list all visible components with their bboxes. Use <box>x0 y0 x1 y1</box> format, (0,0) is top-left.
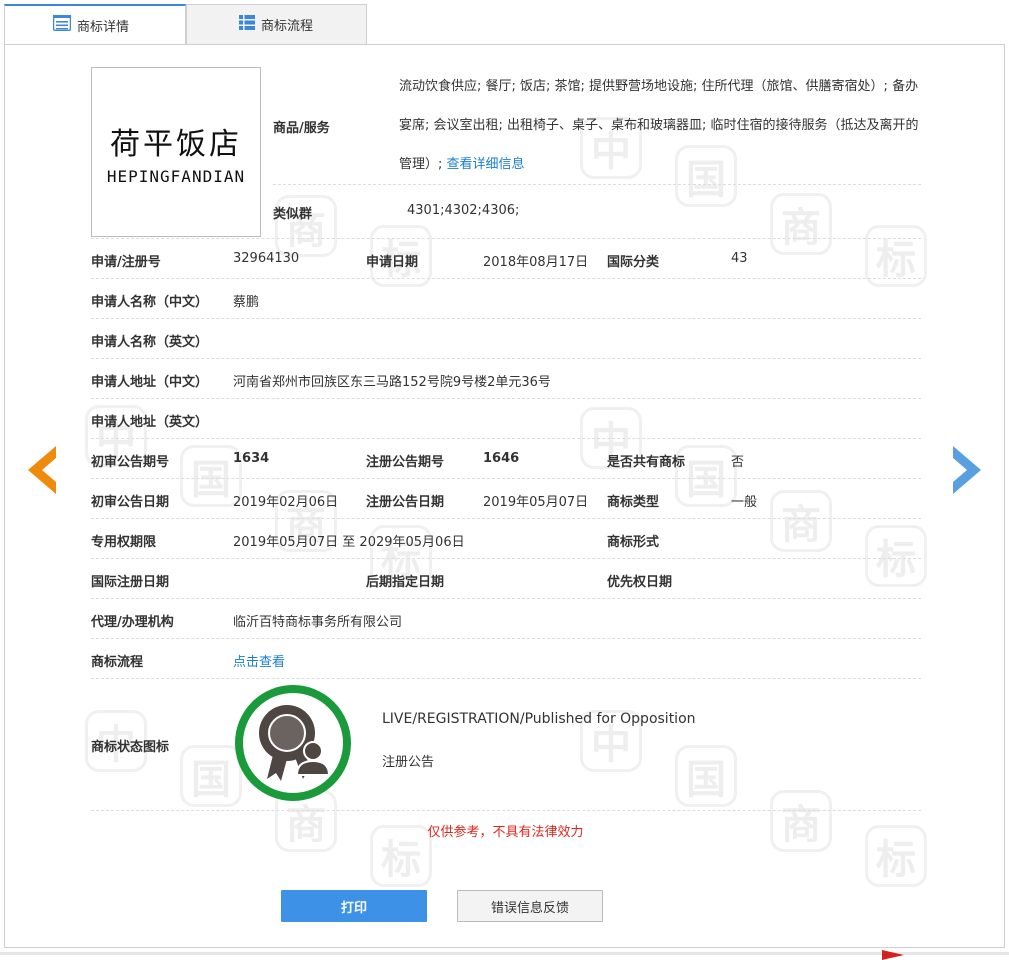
trademark-image: 荷平饭店 HEPINGFANDIAN <box>91 67 261 237</box>
grid-list-icon <box>239 15 255 34</box>
footer-divider <box>0 952 1009 955</box>
prelim-date-label: 初审公告日期 <box>91 495 170 510</box>
status-en-text: LIVE/REGISTRATION/Published for Oppositi… <box>382 711 696 727</box>
prelim-date-value: 2019年02月06日 <box>233 495 339 510</box>
priority-date-label: 优先权日期 <box>607 575 673 590</box>
reg-pub-date-label: 注册公告日期 <box>366 495 445 510</box>
shared-value: 否 <box>731 455 745 470</box>
view-details-link[interactable]: 查看详细信息 <box>447 157 525 172</box>
address-cn-label: 申请人地址（中文） <box>91 375 209 390</box>
app-date-value: 2018年08月17日 <box>483 255 589 270</box>
view-flow-link[interactable]: 点击查看 <box>233 651 285 670</box>
flow-label: 商标流程 <box>91 655 144 670</box>
address-en-label: 申请人地址（英文） <box>91 415 209 430</box>
similar-group-value: 4301;4302;4306; <box>407 203 520 218</box>
reg-no-label: 申请/注册号 <box>91 255 161 270</box>
intl-class-label: 国际分类 <box>607 255 660 270</box>
shared-label: 是否共有商标 <box>607 455 686 470</box>
tab-label: 商标详情 <box>77 19 130 35</box>
print-button[interactable]: 打印 <box>281 890 427 922</box>
agent-label: 代理/办理机构 <box>91 615 174 630</box>
divider <box>91 678 921 679</box>
goods-label: 商品/服务 <box>273 121 330 136</box>
disclaimer-text: 仅供参考，不具有法律效力 <box>427 825 584 840</box>
next-arrow-icon[interactable] <box>951 444 987 496</box>
intl-class-value: 43 <box>731 251 748 266</box>
tab-trademark-flow[interactable]: 商标流程 <box>186 4 367 44</box>
divider <box>91 398 921 399</box>
status-icon-label: 商标状态图标 <box>91 740 170 755</box>
divider <box>91 278 921 279</box>
divider <box>91 558 921 559</box>
registration-status-icon <box>233 683 353 803</box>
similar-group-label: 类似群 <box>273 207 313 222</box>
trademark-en-text: HEPINGFANDIAN <box>106 166 246 186</box>
tm-form-label: 商标形式 <box>607 535 660 550</box>
applicant-cn-value: 蔡鹏 <box>233 295 260 310</box>
divider <box>91 518 921 519</box>
divider <box>91 238 921 239</box>
reg-no-value: 32964130 <box>233 251 300 266</box>
reg-pub-date-value: 2019年05月07日 <box>483 495 589 510</box>
divider <box>91 810 921 811</box>
goods-text: 流动饮食供应; 餐厅; 饭店; 茶馆; 提供野营场地设施; 住所代理（旅馆、供膳… <box>399 67 924 184</box>
divider <box>91 598 921 599</box>
divider <box>91 638 921 639</box>
divider <box>91 478 921 479</box>
divider <box>91 318 921 319</box>
applicant-en-label: 申请人名称（英文） <box>91 335 209 350</box>
exclusive-value: 2019年05月07日 至 2029年05月06日 <box>233 535 465 550</box>
later-date-label: 后期指定日期 <box>366 575 445 590</box>
app-date-label: 申请日期 <box>366 255 419 270</box>
reg-pub-no-value: 1646 <box>483 451 520 466</box>
prelim-no-value: 1634 <box>233 451 270 466</box>
detail-panel: 中 国 商 标 商 标 中 国 商 标 中 国 商 标 中 国 商 标 中 国 … <box>4 44 1005 948</box>
intl-reg-date-label: 国际注册日期 <box>91 575 170 590</box>
trademark-cn-text: 荷平饭店 <box>110 126 242 162</box>
agent-value: 临沂百特商标事务所有限公司 <box>233 615 403 630</box>
address-cn-value: 河南省郑州市回族区东三马路152号院9号楼2单元36号 <box>233 375 551 390</box>
prev-arrow-icon[interactable] <box>22 444 58 496</box>
divider <box>91 358 921 359</box>
divider <box>91 438 921 439</box>
reg-pub-no-label: 注册公告期号 <box>366 455 445 470</box>
tm-type-label: 商标类型 <box>607 495 660 510</box>
prelim-no-label: 初审公告期号 <box>91 455 170 470</box>
exclusive-label: 专用权期限 <box>91 535 157 550</box>
tab-label: 商标流程 <box>261 19 314 34</box>
tab-trademark-detail[interactable]: 商标详情 <box>4 4 186 44</box>
corner-flag-icon <box>882 950 904 960</box>
error-feedback-button[interactable]: 错误信息反馈 <box>457 890 603 922</box>
applicant-cn-label: 申请人名称（中文） <box>91 295 209 310</box>
divider <box>273 184 921 185</box>
list-detail-icon <box>52 14 72 35</box>
tab-bar: 商标详情 商标流程 <box>4 4 367 44</box>
tm-type-value: 一般 <box>731 495 758 510</box>
status-cn-text: 注册公告 <box>382 755 435 770</box>
